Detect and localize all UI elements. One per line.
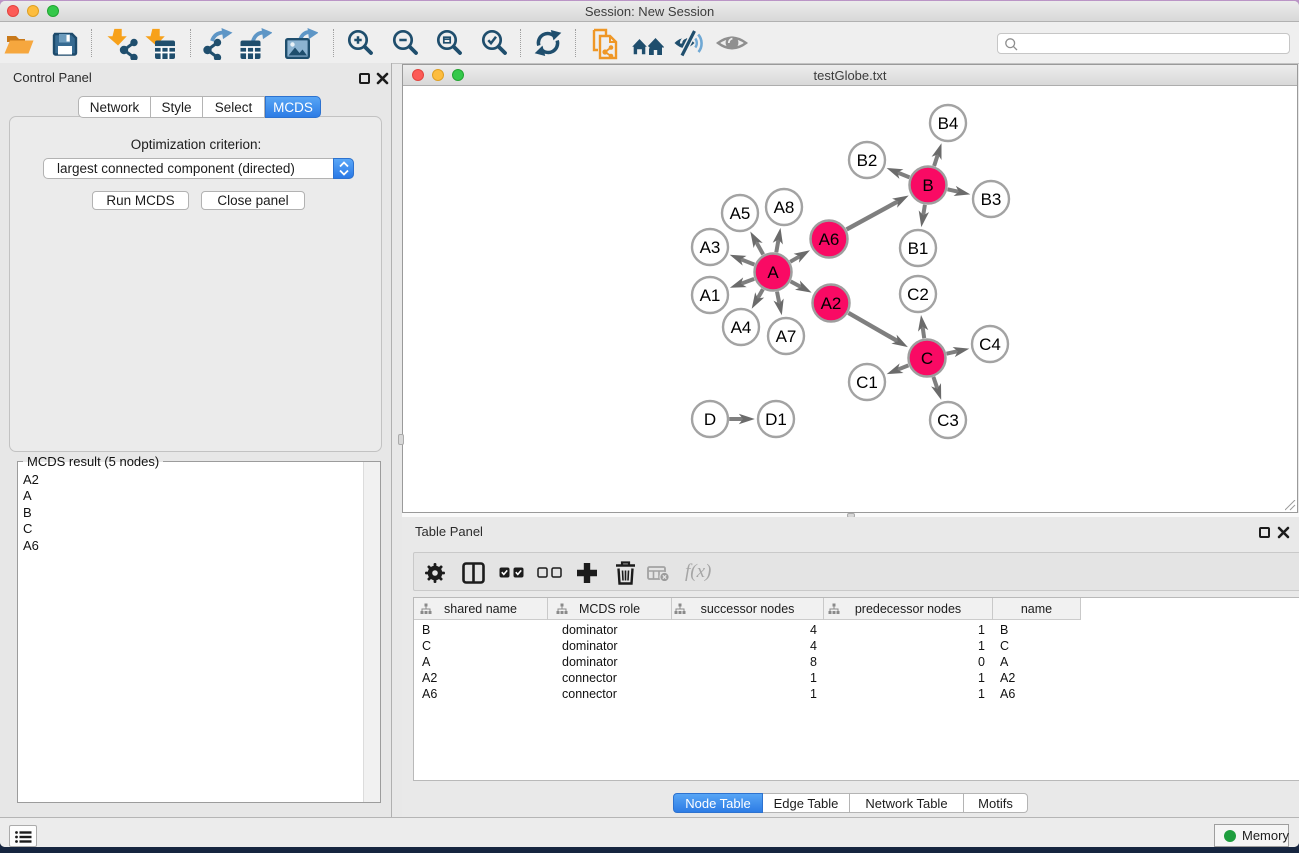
svg-text:A4: A4 [731,318,752,337]
svg-text:B4: B4 [938,114,959,133]
svg-text:B2: B2 [857,151,878,170]
svg-text:C4: C4 [979,335,1001,354]
svg-text:C2: C2 [907,285,929,304]
svg-text:A3: A3 [700,238,721,257]
svg-text:A1: A1 [700,286,721,305]
svg-text:D1: D1 [765,410,787,429]
svg-text:C1: C1 [856,373,878,392]
svg-text:A2: A2 [821,294,842,313]
svg-text:B1: B1 [908,239,929,258]
svg-text:D: D [704,410,716,429]
svg-text:A6: A6 [819,230,840,249]
svg-text:B: B [922,176,933,195]
svg-text:A7: A7 [776,327,797,346]
svg-text:A8: A8 [774,198,795,217]
svg-text:B3: B3 [981,190,1002,209]
svg-text:C: C [921,349,933,368]
svg-text:A5: A5 [730,204,751,223]
svg-text:C3: C3 [937,411,959,430]
svg-text:A: A [767,263,779,282]
